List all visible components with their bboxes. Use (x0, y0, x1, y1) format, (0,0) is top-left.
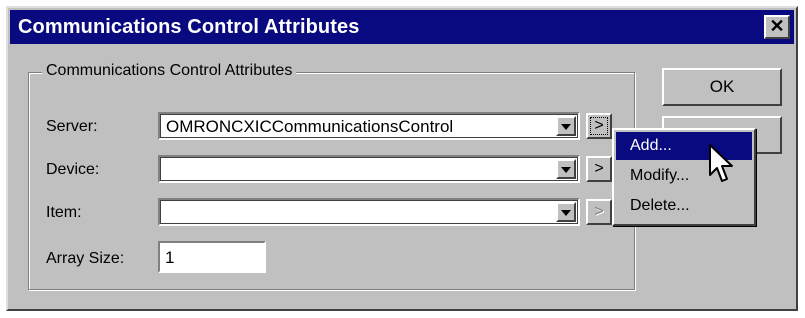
menu-item-label: Modify... (630, 167, 690, 184)
mouse-cursor-icon (709, 144, 733, 182)
item-menu-button[interactable]: > (586, 199, 612, 225)
server-menu-button[interactable]: > (586, 113, 612, 139)
array-size-label: Array Size: (46, 250, 125, 267)
item-label: Item: (46, 204, 82, 221)
menu-item-delete[interactable]: Delete... (616, 192, 752, 220)
server-value: OMRONCXICCommunicationsControl (166, 117, 454, 136)
device-combo[interactable] (158, 155, 580, 183)
menu-item-label: Delete... (630, 197, 690, 214)
group-box-label: Communications Control Attributes (42, 62, 297, 80)
title-bar[interactable]: Communications Control Attributes ✕ (10, 10, 794, 44)
ok-button[interactable]: OK (662, 68, 782, 106)
server-combo[interactable]: OMRONCXICCommunicationsControl (158, 112, 580, 140)
array-size-value: 1 (165, 248, 175, 267)
chevron-down-icon[interactable] (556, 159, 576, 179)
close-icon[interactable]: ✕ (764, 15, 790, 39)
device-menu-button[interactable]: > (586, 156, 612, 182)
menu-item-label: Add... (630, 137, 672, 154)
item-combo[interactable] (158, 198, 580, 226)
array-size-input[interactable]: 1 (158, 241, 266, 273)
chevron-down-icon[interactable] (556, 202, 576, 222)
device-label: Device: (46, 161, 100, 178)
server-label: Server: (46, 118, 98, 135)
chevron-down-icon[interactable] (556, 116, 576, 136)
dialog-title: Communications Control Attributes (18, 16, 360, 38)
